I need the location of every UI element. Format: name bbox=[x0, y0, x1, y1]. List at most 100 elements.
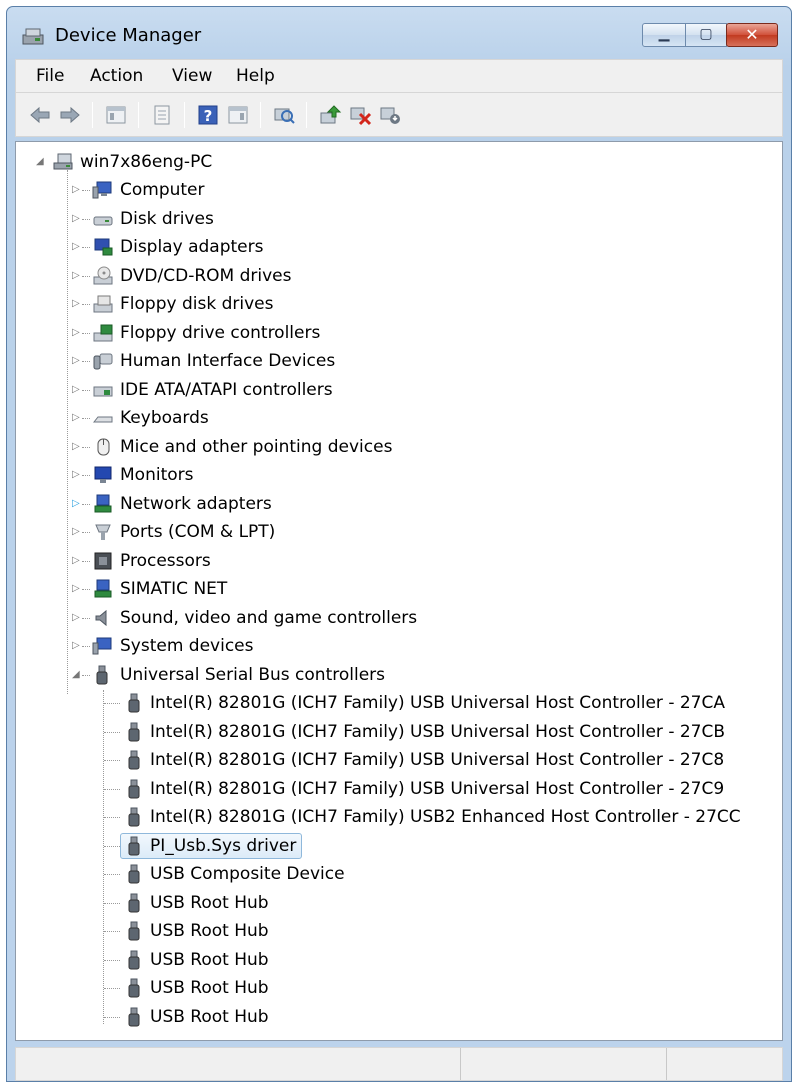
tree-guide bbox=[82, 560, 90, 562]
tree-category[interactable]: ▷ Floppy drive controllers bbox=[16, 319, 782, 347]
tree-guide bbox=[104, 760, 120, 761]
tree-category[interactable]: ▷ Sound, video and game controllers bbox=[16, 604, 782, 632]
title-bar[interactable]: Device Manager ▁ ▢ ✕ bbox=[7, 7, 791, 57]
usb-device-item[interactable]: Intel(R) 82801G (ICH7 Family) USB Univer… bbox=[16, 746, 782, 774]
menu-file[interactable]: File bbox=[36, 66, 64, 86]
toolbar-separator bbox=[184, 102, 185, 128]
tree-category-label: Sound, video and game controllers bbox=[120, 607, 418, 628]
usb-device-item[interactable]: USB Composite Device bbox=[16, 860, 782, 888]
help-icon[interactable]: ? bbox=[196, 103, 220, 127]
expand-arrow-icon[interactable]: ▷ bbox=[72, 355, 82, 367]
expand-arrow-icon[interactable]: ▷ bbox=[72, 241, 82, 253]
tree-category[interactable]: ▷ Display adapters bbox=[16, 233, 782, 261]
tree-category-label: Display adapters bbox=[120, 237, 264, 257]
tree-category[interactable]: ▷ Floppy disk drives bbox=[16, 290, 782, 318]
expand-arrow-icon[interactable]: ▷ bbox=[72, 270, 82, 282]
tree-category-label: Monitors bbox=[120, 465, 194, 485]
usb-device-label: Intel(R) 82801G (ICH7 Family) USB Univer… bbox=[150, 721, 726, 742]
tree-category-label: SIMATIC NET bbox=[120, 579, 228, 599]
status-divider bbox=[460, 1048, 461, 1080]
tree-category[interactable]: ▷ SIMATIC NET bbox=[16, 575, 782, 603]
floppy-controller-icon bbox=[93, 324, 113, 341]
tree-category[interactable]: ▷ Processors bbox=[16, 547, 782, 575]
tree-guide bbox=[104, 959, 120, 961]
device-tree[interactable]: ◢ win7x86eng-PC ▷ Computer ▷ Disk drives ▷ Di… bbox=[15, 141, 783, 1041]
properties-icon[interactable] bbox=[150, 103, 174, 127]
uninstall-device-icon[interactable] bbox=[348, 103, 372, 127]
tree-category[interactable]: ▷ Monitors bbox=[16, 461, 782, 489]
tree-category[interactable]: ◢ Universal Serial Bus controllers bbox=[16, 661, 782, 689]
expand-arrow-icon[interactable]: ▷ bbox=[72, 583, 82, 595]
expand-arrow-icon[interactable]: ▷ bbox=[72, 469, 82, 481]
close-button[interactable]: ✕ bbox=[726, 23, 778, 47]
expand-arrow-icon[interactable]: ▷ bbox=[72, 384, 82, 396]
forward-arrow-icon[interactable] bbox=[58, 103, 82, 127]
update-driver-icon[interactable] bbox=[318, 103, 342, 127]
expand-arrow-icon[interactable]: ▷ bbox=[72, 298, 82, 310]
usb-device-item[interactable]: USB Root Hub bbox=[16, 889, 782, 917]
expand-arrow-icon[interactable]: ▷ bbox=[72, 526, 82, 538]
back-arrow-icon[interactable] bbox=[28, 103, 52, 127]
mouse-icon bbox=[97, 438, 110, 455]
usb-device-item[interactable]: Intel(R) 82801G (ICH7 Family) USB Univer… bbox=[16, 689, 782, 717]
tree-category[interactable]: ▷ Human Interface Devices bbox=[16, 347, 782, 375]
usb-device-item[interactable]: USB Root Hub bbox=[16, 974, 782, 1002]
tree-guide bbox=[104, 874, 120, 875]
usb-device-icon bbox=[128, 978, 140, 998]
tree-guide bbox=[104, 902, 120, 904]
tree-category-label: Network adapters bbox=[120, 493, 272, 514]
tree-category[interactable]: ▷ Disk drives bbox=[16, 205, 782, 233]
usb-device-icon bbox=[128, 750, 140, 770]
expand-arrow-icon[interactable]: ▷ bbox=[72, 612, 82, 624]
tree-guide bbox=[104, 988, 120, 989]
disable-device-icon[interactable] bbox=[378, 103, 402, 127]
expand-arrow-icon[interactable]: ▷ bbox=[72, 555, 82, 567]
toolbar-separator bbox=[260, 102, 261, 128]
show-hide-tree-icon[interactable] bbox=[104, 103, 128, 127]
tree-category-label: Floppy drive controllers bbox=[120, 322, 321, 343]
usb-device-item[interactable]: Intel(R) 82801G (ICH7 Family) USB2 Enhan… bbox=[16, 803, 782, 831]
tree-root[interactable]: ◢ win7x86eng-PC bbox=[16, 148, 782, 176]
tree-category[interactable]: ▷ Keyboards bbox=[16, 404, 782, 432]
status-divider bbox=[666, 1048, 667, 1080]
usb-device-icon bbox=[128, 779, 140, 798]
maximize-button[interactable]: ▢ bbox=[685, 23, 727, 47]
tree-category[interactable]: ▷ Mice and other pointing devices bbox=[16, 433, 782, 461]
expand-arrow-icon[interactable]: ▷ bbox=[72, 441, 82, 453]
tree-category[interactable]: ▷ IDE ATA/ATAPI controllers bbox=[16, 376, 782, 404]
tree-category[interactable]: ▷ Computer bbox=[16, 176, 782, 204]
tree-guide bbox=[82, 190, 90, 191]
tree-category-label: Human Interface Devices bbox=[120, 351, 336, 371]
tree-guide bbox=[82, 674, 90, 676]
expand-arrow-icon[interactable]: ▷ bbox=[72, 184, 82, 196]
expand-arrow-icon[interactable]: ▷ bbox=[72, 640, 82, 652]
root-label: win7x86eng-PC bbox=[80, 152, 213, 172]
expand-arrow-icon[interactable]: ▷ bbox=[72, 213, 82, 225]
usb-device-label: Intel(R) 82801G (ICH7 Family) USB Univer… bbox=[150, 750, 725, 770]
tree-category[interactable]: ▷ Ports (COM & LPT) bbox=[16, 518, 782, 546]
tree-category[interactable]: ▷ DVD/CD-ROM drives bbox=[16, 262, 782, 290]
expand-arrow-icon[interactable]: ▷ bbox=[72, 412, 82, 424]
menu-action[interactable]: Action bbox=[90, 66, 143, 86]
show-hide-action-pane-icon[interactable] bbox=[226, 103, 250, 127]
collapse-arrow-icon[interactable]: ◢ bbox=[36, 156, 46, 168]
usb-device-icon bbox=[128, 950, 140, 969]
expand-arrow-icon[interactable]: ▷ bbox=[72, 498, 82, 510]
usb-device-item[interactable]: Intel(R) 82801G (ICH7 Family) USB Univer… bbox=[16, 718, 782, 746]
menu-view[interactable]: View bbox=[172, 66, 212, 86]
menu-help[interactable]: Help bbox=[236, 66, 275, 86]
usb-device-item[interactable]: USB Root Hub bbox=[16, 1003, 782, 1031]
usb-device-item[interactable]: Intel(R) 82801G (ICH7 Family) USB Univer… bbox=[16, 775, 782, 803]
usb-device-item[interactable]: USB Root Hub bbox=[16, 917, 782, 945]
usb-device-item[interactable]: USB Root Hub bbox=[16, 946, 782, 974]
tree-category[interactable]: ▷ Network adapters bbox=[16, 490, 782, 518]
tree-category-label: Floppy disk drives bbox=[120, 294, 274, 314]
minimize-button[interactable]: ▁ bbox=[642, 23, 686, 47]
tree-guide bbox=[104, 1016, 120, 1018]
usb-device-item[interactable]: PI_Usb.Sys driver bbox=[16, 832, 782, 860]
expand-arrow-icon[interactable]: ▷ bbox=[72, 327, 82, 339]
tree-category[interactable]: ▷ System devices bbox=[16, 632, 782, 660]
tree-guide bbox=[82, 275, 90, 277]
scan-hardware-icon[interactable] bbox=[272, 103, 296, 127]
collapse-arrow-icon[interactable]: ◢ bbox=[72, 669, 82, 681]
